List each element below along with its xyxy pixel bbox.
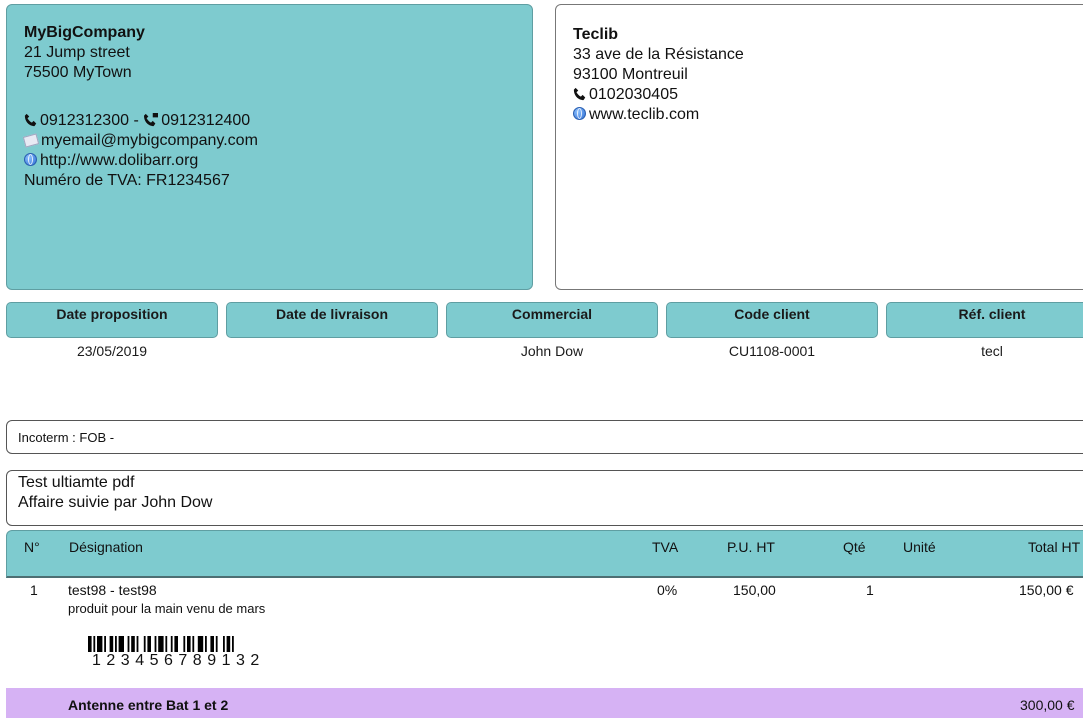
barcode-bar [154,636,157,652]
col-tva: TVA [652,539,679,555]
recipient-website-line: www.teclib.com [573,105,1077,125]
sender-email-line: myemail@mybigcompany.com [22,131,515,151]
phone-fax-separator: - [133,112,139,129]
barcode-bar [104,636,106,652]
incoterm-box: Incoterm : FOB - [6,420,1083,454]
header-date-proposition: Date proposition [6,302,218,338]
col-designation: Désignation [69,539,143,555]
barcode-bar [131,636,135,652]
header-code-client: Code client [666,302,878,338]
row-tva: 0% [657,582,678,598]
header-date-livraison: Date de livraison [226,302,438,338]
row-designation: test98 - test98 [68,582,157,598]
barcode-bar [118,636,124,652]
value-commercial: John Dow [520,343,584,359]
barcode-bar [109,636,114,652]
barcode-bar [136,636,139,652]
barcode-digits: 123456789132 [92,652,265,669]
globe-icon [24,153,37,166]
sender-website: http://www.dolibarr.org [40,152,199,169]
sender-website-line: http://www.dolibarr.org [24,151,515,171]
barcode-bar [174,636,178,652]
sender-name: MyBigCompany [24,24,145,41]
fax-icon [144,113,159,127]
recipient-website: www.teclib.com [589,106,700,123]
barcode-bar [127,636,130,652]
note-line1: Test ultiamte pdf [18,474,135,491]
header-commercial: Commercial [446,302,658,338]
barcode-bar [165,636,168,652]
barcode-bar [210,636,214,652]
value-code-client: CU1108-0001 [728,343,816,359]
row-total-ht: 150,00 € [1019,582,1074,598]
sender-address-line1: 21 Jump street [24,44,130,61]
sender-vat: Numéro de TVA: FR1234567 [24,172,230,189]
recipient-address-block: Teclib 33 ave de la Résistance 93100 Mon… [555,4,1083,290]
barcode-bar [215,636,218,652]
sender-fax: 0912312400 [161,112,251,129]
barcode-bar [158,636,164,652]
barcode-bar [88,636,92,652]
barcode-bar [143,636,146,652]
col-number: N° [24,539,40,555]
barcode-bar [223,636,225,652]
value-ref-client: tecl [981,343,1003,359]
sender-address-block: MyBigCompany 21 Jump street 75500 MyTown… [6,4,533,290]
globe-icon [573,107,586,120]
barcode-bar [115,636,117,652]
barcode-bar [226,636,231,652]
subtotal-row: Antenne entre Bat 1 et 2 300,00 € [6,688,1083,718]
value-date-proposition: 23/05/2019 [76,343,148,359]
barcode-bar [97,636,103,652]
sender-phone: 0912312300 [40,112,129,129]
recipient-phone-line: 0102030405 [573,85,1077,105]
note-line2: Affaire suivie par John Dow [18,494,213,511]
subtotal-amount: 300,00 € [1020,697,1075,713]
recipient-phone: 0102030405 [589,86,678,103]
barcode-bar [183,636,186,652]
note-box: Test ultiamte pdf Affaire suivie par Joh… [6,470,1083,526]
recipient-name: Teclib [573,26,619,43]
barcode-bar [192,636,195,652]
sender-phone-line: 0912312300 - 0912312400 [24,111,515,131]
barcode-bar [205,636,207,652]
col-unit: Unité [903,539,936,555]
row-description: produit pour la main venu de mars [68,601,266,616]
barcode-bar [93,636,96,652]
row-number: 1 [30,582,38,598]
table-row: 1 test98 - test98 produit pour la main v… [6,578,1083,688]
barcode-image [88,636,234,652]
barcode-bar [232,636,234,652]
col-total-ht: Total HT [1028,539,1081,555]
recipient-address-line1: 33 ave de la Résistance [573,46,744,63]
phone-icon [573,87,586,101]
subtotal-label: Antenne entre Bat 1 et 2 [68,697,229,713]
sender-address-line2: 75500 MyTown [24,64,132,81]
sender-email: myemail@mybigcompany.com [41,132,258,149]
phone-icon [24,113,37,127]
barcode-bar [170,636,173,652]
email-icon [22,133,40,148]
row-pu-ht: 150,00 [733,582,776,598]
lines-table-header: N° Désignation TVA P.U. HT Qté Unité Tot… [6,530,1083,578]
header-ref-client: Réf. client [886,302,1083,338]
incoterm-text: Incoterm : FOB - [18,430,115,445]
row-qty: 1 [866,582,874,598]
col-pu-ht: P.U. HT [727,539,775,555]
barcode-bar [197,636,204,652]
col-qty: Qté [843,539,866,555]
barcode-bar [147,636,151,652]
barcode-bar [187,636,191,652]
recipient-address-line2: 93100 Montreuil [573,66,688,83]
